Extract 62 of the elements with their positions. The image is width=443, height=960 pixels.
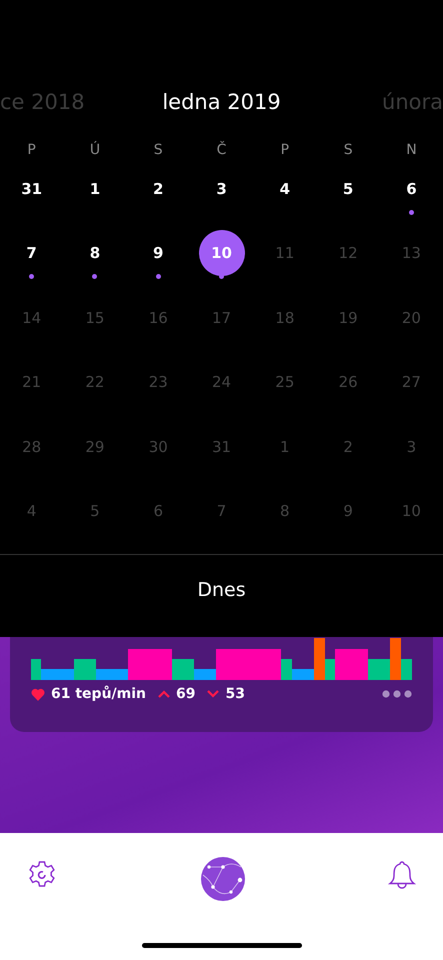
- day-cell[interactable]: 16: [135, 294, 182, 341]
- day-cell[interactable]: 30: [135, 424, 182, 470]
- heart-icon: [31, 688, 45, 700]
- day-cell[interactable]: 3: [198, 166, 245, 212]
- day-cell[interactable]: 15: [72, 294, 118, 341]
- day-cell[interactable]: 29: [72, 424, 118, 470]
- day-cell[interactable]: 1: [262, 424, 308, 470]
- day-cell[interactable]: 6: [388, 166, 434, 212]
- weekday-label: P: [27, 142, 36, 158]
- heart-rate-value: 61 tepů/min: [51, 686, 146, 702]
- day-cell[interactable]: 4: [8, 488, 55, 534]
- weekday-label: N: [406, 142, 417, 158]
- day-cell[interactable]: 9: [325, 488, 372, 534]
- day-cell[interactable]: 10: [388, 488, 434, 534]
- more-icon[interactable]: [382, 690, 412, 698]
- day-cell[interactable]: 11: [262, 230, 308, 276]
- day-cell[interactable]: 12: [325, 230, 372, 276]
- day-cell[interactable]: 19: [325, 294, 372, 341]
- day-cell[interactable]: 20: [388, 294, 434, 341]
- weekday-label: P: [280, 142, 290, 158]
- day-cell[interactable]: 5: [325, 166, 372, 212]
- day-cell[interactable]: 21: [8, 359, 55, 406]
- day-cell[interactable]: 14: [8, 294, 55, 341]
- day-cell[interactable]: 24: [198, 359, 245, 406]
- day-cell[interactable]: 27: [388, 359, 434, 406]
- month-title: ledna 2019: [162, 90, 281, 114]
- day-cell[interactable]: 31: [198, 424, 245, 470]
- previous-month[interactable]: ce 2018: [0, 90, 85, 114]
- day-cell[interactable]: 5: [72, 488, 118, 534]
- day-cell[interactable]: 23: [135, 359, 182, 406]
- up-caret-icon: [158, 690, 170, 698]
- weekday-label: Č: [216, 142, 226, 158]
- day-cell[interactable]: 4: [262, 166, 308, 212]
- day-cell[interactable]: 17: [198, 294, 245, 341]
- constellation-button[interactable]: [200, 857, 244, 901]
- day-cell[interactable]: 31: [8, 166, 55, 212]
- day-cell[interactable]: 25: [262, 359, 308, 406]
- day-cell[interactable]: 28: [8, 424, 55, 470]
- day-cell[interactable]: 18: [262, 294, 308, 341]
- day-cell[interactable]: 3: [388, 424, 434, 470]
- down-caret-icon: [207, 690, 220, 698]
- day-cell[interactable]: 8: [72, 230, 118, 276]
- weekday-label: S: [344, 142, 353, 158]
- bell-icon[interactable]: [387, 859, 417, 891]
- day-cell[interactable]: 2: [135, 166, 182, 212]
- next-month[interactable]: února: [382, 90, 443, 114]
- day-cell[interactable]: 10: [198, 230, 245, 276]
- day-cell[interactable]: 9: [135, 230, 182, 276]
- min-rate-value: 53: [225, 686, 245, 702]
- day-cell[interactable]: 22: [72, 359, 118, 406]
- day-cell[interactable]: 8: [262, 488, 308, 534]
- day-cell[interactable]: 1: [72, 166, 118, 212]
- day-cell[interactable]: 2: [325, 424, 372, 470]
- day-cell[interactable]: 6: [135, 488, 182, 534]
- day-cell[interactable]: 26: [325, 359, 372, 406]
- max-rate-value: 69: [176, 686, 196, 702]
- day-cell[interactable]: 7: [8, 230, 55, 276]
- today-button[interactable]: Dnes: [189, 577, 254, 604]
- weekday-label: Ú: [90, 142, 100, 158]
- weekday-label: S: [154, 142, 163, 158]
- day-cell[interactable]: 13: [388, 230, 434, 276]
- day-cell[interactable]: 7: [198, 488, 245, 534]
